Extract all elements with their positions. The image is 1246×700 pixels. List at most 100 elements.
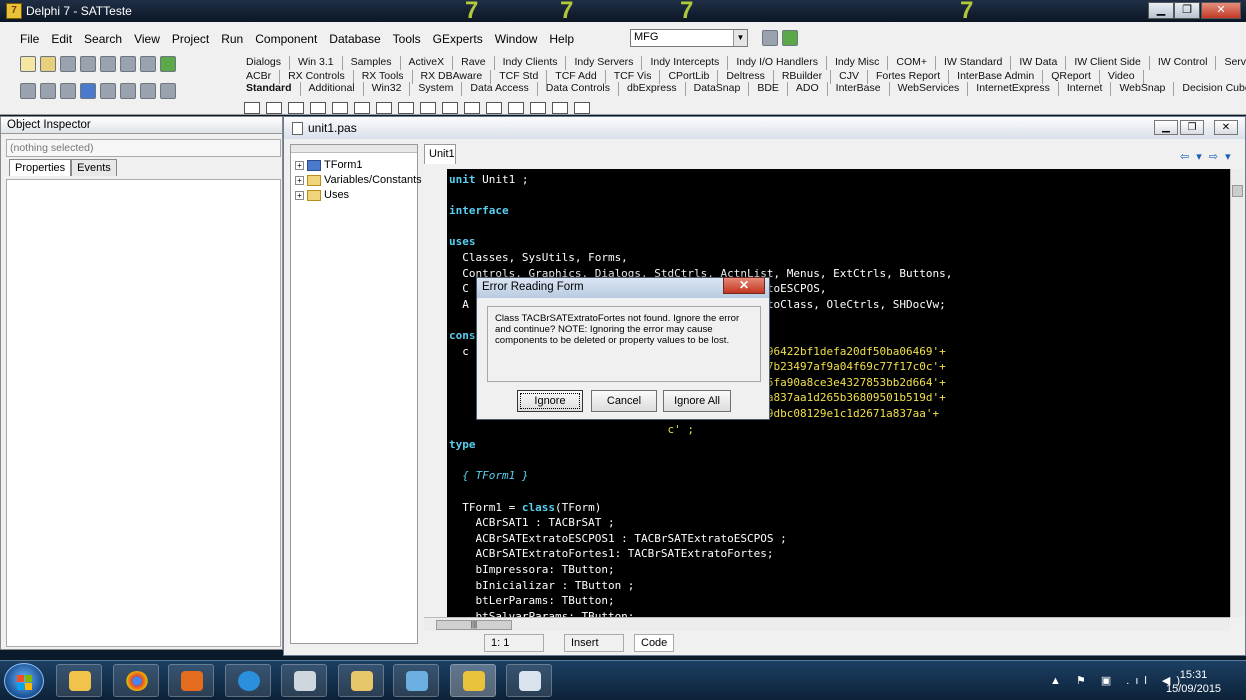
taskbar-notepad-icon[interactable] — [393, 664, 439, 697]
edit-icon[interactable] — [354, 102, 370, 114]
step-over-icon[interactable] — [160, 83, 176, 99]
menu-search[interactable]: Search — [78, 30, 128, 48]
new-form-icon[interactable] — [80, 83, 96, 99]
memo-icon[interactable] — [376, 102, 392, 114]
tree-node-uses[interactable]: + Uses — [295, 188, 422, 203]
view-form-icon[interactable] — [40, 83, 56, 99]
palette-tab-rave[interactable]: Rave — [453, 56, 495, 70]
save-icon[interactable] — [60, 56, 76, 72]
menu-file[interactable]: File — [14, 30, 45, 48]
palette-tab-data-access[interactable]: Data Access — [462, 82, 538, 96]
menu-view[interactable]: View — [128, 30, 166, 48]
new-icon[interactable] — [20, 56, 36, 72]
cancel-button[interactable]: Cancel — [591, 390, 657, 412]
palette-tab-additional[interactable]: Additional — [301, 82, 364, 96]
vertical-scrollbar[interactable] — [1230, 169, 1244, 617]
trace-into-icon[interactable] — [140, 83, 156, 99]
palette-tab-indy-i-o-handlers[interactable]: Indy I/O Handlers — [728, 56, 828, 70]
palette-tab-servers[interactable]: Servers — [1216, 56, 1246, 70]
menu-window[interactable]: Window — [489, 30, 544, 48]
expand-icon[interactable]: + — [295, 161, 304, 170]
object-selector[interactable]: (nothing selected) — [6, 139, 281, 157]
palette-tab-datasnap[interactable]: DataSnap — [686, 82, 750, 96]
palette-tab-bde[interactable]: BDE — [749, 82, 788, 96]
close-button[interactable]: ✕ — [1201, 2, 1241, 19]
menu-run[interactable]: Run — [215, 30, 249, 48]
tab-unit1[interactable]: Unit1 — [424, 144, 456, 164]
dialog-close-button[interactable]: ✕ — [723, 277, 765, 294]
popupmenu-icon[interactable] — [310, 102, 326, 114]
palette-tab-indy-clients[interactable]: Indy Clients — [495, 56, 567, 70]
listbox-icon[interactable] — [464, 102, 480, 114]
menu-component[interactable]: Component — [249, 30, 323, 48]
radiogroup-icon[interactable] — [552, 102, 568, 114]
start-button[interactable] — [4, 663, 44, 699]
expand-icon[interactable]: + — [295, 176, 304, 185]
tab-events[interactable]: Events — [71, 159, 117, 176]
save-all-icon[interactable] — [80, 56, 96, 72]
ignore-button[interactable]: Ignore — [517, 390, 583, 412]
palette-tab-ado[interactable]: ADO — [788, 82, 828, 96]
palette-tab-internet[interactable]: Internet — [1059, 82, 1112, 96]
button-icon[interactable] — [398, 102, 414, 114]
palette-tab-websnap[interactable]: WebSnap — [1111, 82, 1175, 96]
palette-tab-decision-cube[interactable]: Decision Cube — [1174, 82, 1246, 96]
palette-tab-com-[interactable]: COM+ — [888, 56, 936, 70]
ignore-all-button[interactable]: Ignore All — [663, 390, 731, 412]
palette-tab-internetexpress[interactable]: InternetExpress — [968, 82, 1059, 96]
palette-tab-samples[interactable]: Samples — [343, 56, 401, 70]
checkbox-icon[interactable] — [420, 102, 436, 114]
editor-minimize-button[interactable]: ▁ — [1154, 120, 1178, 135]
tab-code[interactable]: Code — [634, 634, 674, 652]
inspector-grid[interactable] — [6, 179, 281, 647]
palette-tab-iw-standard[interactable]: IW Standard — [936, 56, 1012, 70]
palette-tab-win-3-1[interactable]: Win 3.1 — [290, 56, 343, 70]
view-unit-icon[interactable] — [20, 83, 36, 99]
panel-icon[interactable] — [574, 102, 590, 114]
palette-tab-indy-intercepts[interactable]: Indy Intercepts — [642, 56, 729, 70]
palette-tab-win32[interactable]: Win32 — [364, 82, 411, 96]
menu-gexperts[interactable]: GExperts — [427, 30, 489, 48]
palette-tab-data-controls[interactable]: Data Controls — [538, 82, 619, 96]
palette-tab-activex[interactable]: ActiveX — [401, 56, 454, 70]
taskbar-chrome-icon[interactable] — [113, 664, 159, 697]
combobox-icon[interactable] — [486, 102, 502, 114]
taskbar-paint-icon[interactable] — [506, 664, 552, 697]
open-icon[interactable] — [40, 56, 56, 72]
taskbar-explorer-icon[interactable] — [338, 664, 384, 697]
taskbar-calculator-icon[interactable] — [281, 664, 327, 697]
chevron-down-icon[interactable]: ▼ — [733, 30, 747, 46]
palette-tab-dialogs[interactable]: Dialogs — [238, 56, 291, 70]
palette-tab-dbexpress[interactable]: dbExpress — [619, 82, 686, 96]
palette-tab-webservices[interactable]: WebServices — [890, 82, 969, 96]
pause-icon[interactable] — [120, 83, 136, 99]
open-project-icon[interactable] — [100, 56, 116, 72]
explorer-splitter[interactable] — [291, 145, 417, 153]
pointer-icon[interactable] — [244, 102, 260, 114]
groupbox-icon[interactable] — [530, 102, 546, 114]
editor-maximize-button[interactable]: ❐ — [1180, 120, 1204, 135]
minimize-button[interactable]: ▁ — [1148, 2, 1174, 19]
editor-close-button[interactable]: ✕ — [1214, 120, 1238, 135]
maximize-button[interactable]: ❐ — [1174, 2, 1200, 19]
tree-node-variables[interactable]: + Variables/Constants — [295, 173, 422, 188]
desktop-layout-combo[interactable]: MFG ▼ — [630, 29, 748, 47]
palette-tab-standard[interactable]: Standard — [238, 82, 301, 96]
menu-help[interactable]: Help — [543, 30, 580, 48]
save-desktop-icon[interactable] — [762, 30, 778, 46]
palette-tab-iw-control[interactable]: IW Control — [1150, 56, 1217, 70]
menu-edit[interactable]: Edit — [45, 30, 78, 48]
palette-tab-system[interactable]: System — [410, 82, 463, 96]
palette-tab-iw-data[interactable]: IW Data — [1011, 56, 1067, 70]
taskbar-delphi-icon[interactable] — [450, 664, 496, 697]
palette-tab-indy-servers[interactable]: Indy Servers — [566, 56, 643, 70]
tab-properties[interactable]: Properties — [9, 159, 72, 176]
taskbar-media-player-icon[interactable] — [168, 664, 214, 697]
set-debug-desktop-icon[interactable] — [782, 30, 798, 46]
nav-arrows[interactable]: ⇦ ▾ ⇨ ▾ — [1180, 150, 1233, 163]
taskbar-outlook-icon[interactable] — [56, 664, 102, 697]
hscroll-thumb[interactable]: ||| — [436, 620, 512, 630]
run-icon[interactable] — [100, 83, 116, 99]
palette-tab-indy-misc[interactable]: Indy Misc — [827, 56, 889, 70]
scrollbar-icon[interactable] — [508, 102, 524, 114]
